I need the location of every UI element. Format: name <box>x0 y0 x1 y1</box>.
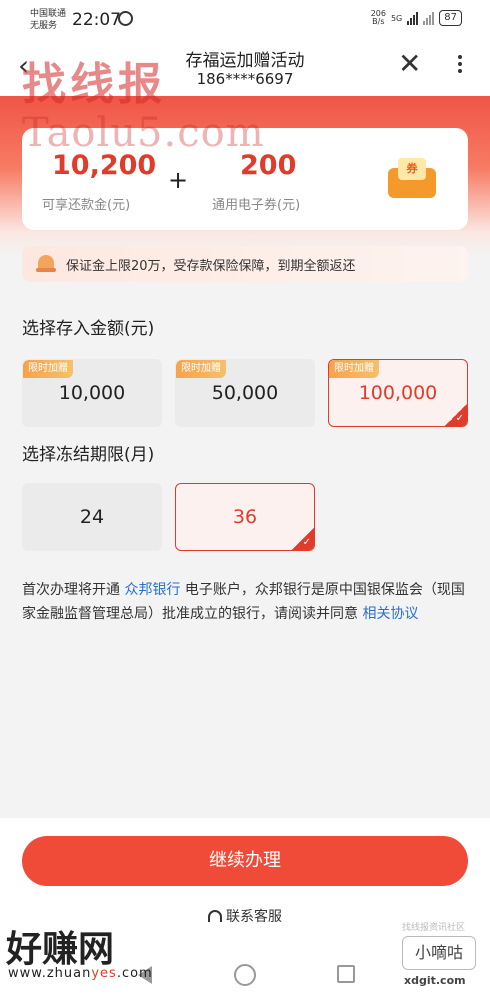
promo-tag: 限时加赠 <box>176 360 226 378</box>
network-speed: 206 B/s <box>371 10 386 26</box>
watermark-url-b: yes <box>91 966 117 981</box>
coupon-icon-text: 券 <box>398 158 426 180</box>
watermark-url: www.zhuanyes.com <box>8 966 153 981</box>
deposit-value: 100,000 <box>358 382 438 404</box>
watermark-top: 找线报 <box>22 59 166 110</box>
coupon-label: 通用电子券(元) <box>212 198 301 213</box>
term-option-36[interactable]: 36 ✓ <box>175 483 315 551</box>
deposit-title: 选择存入金额(元) <box>22 319 155 339</box>
deposit-option-100000[interactable]: 限时加赠 100,000 ✓ <box>328 359 468 427</box>
service-label: 联系客服 <box>226 909 282 925</box>
close-icon[interactable]: ✕ <box>398 50 421 78</box>
term-option-24[interactable]: 24 <box>22 483 162 551</box>
coupon-icon: 券 <box>388 158 436 200</box>
watermark-right-small: 找线报资讯社区 <box>402 923 466 933</box>
nav-recent-icon[interactable] <box>337 965 355 983</box>
deposit-value: 50,000 <box>211 382 279 404</box>
term-value: 36 <box>232 506 258 528</box>
watermark-bottom: 好赚网 <box>6 929 115 970</box>
nav-home-icon[interactable] <box>234 964 256 986</box>
guarantee-notice: 保证金上限20万，受存款保险保障，到期全额返还 <box>22 246 468 282</box>
watermark-url-a: www.zhuan <box>8 966 92 981</box>
plus-sign: + <box>168 166 189 194</box>
battery-icon: 87 <box>439 10 462 26</box>
status-time: 22:07 <box>72 10 121 30</box>
headset-icon <box>208 910 222 922</box>
term-value: 24 <box>79 506 105 528</box>
speed-unit: B/s <box>372 17 385 26</box>
bell-icon <box>36 255 56 273</box>
bank-link[interactable]: 众邦银行 <box>124 582 180 598</box>
protocol-link[interactable]: 相关协议 <box>362 606 418 622</box>
signal-2-icon <box>423 11 435 25</box>
carrier-status: 无服务 <box>30 21 58 31</box>
status-indicators: 206 B/s 5G 87 <box>371 10 462 26</box>
more-icon[interactable] <box>450 52 470 82</box>
status-bar: 中国联通 无服务 22:07 206 B/s 5G 87 <box>0 0 490 38</box>
deposit-value: 10,000 <box>58 382 126 404</box>
watermark-right-url: xdgit.com <box>404 974 466 987</box>
network-type: 5G <box>390 13 403 23</box>
promo-tag: 限时加赠 <box>329 360 379 378</box>
carrier-name: 中国联通 <box>30 9 67 19</box>
carrier-info: 中国联通 无服务 <box>30 8 66 32</box>
alarm-icon <box>118 11 133 26</box>
term-title: 选择冻结期限(月) <box>22 445 155 465</box>
signal-icon <box>407 11 419 25</box>
deposit-option-50000[interactable]: 限时加赠 50,000 <box>175 359 315 427</box>
agreement-part1: 首次办理将开通 <box>22 582 125 598</box>
promo-tag: 限时加赠 <box>23 360 73 378</box>
check-icon: ✓ <box>455 413 464 424</box>
watermark-right-box: 小嘀咕 <box>402 936 476 970</box>
deposit-option-10000[interactable]: 限时加赠 10,000 <box>22 359 162 427</box>
continue-button[interactable]: 继续办理 <box>22 836 468 886</box>
watermark-url-c: .com <box>116 966 153 981</box>
check-icon: ✓ <box>302 537 311 548</box>
agreement-text: 首次办理将开通 众邦银行 电子账户，众邦银行是原中国银保监会（现国家金融监督管理… <box>22 578 470 626</box>
watermark-mid: Taolu5.com <box>22 110 265 156</box>
repayment-label: 可享还款金(元) <box>42 198 131 213</box>
notice-text: 保证金上限20万，受存款保险保障，到期全额返还 <box>66 259 356 274</box>
